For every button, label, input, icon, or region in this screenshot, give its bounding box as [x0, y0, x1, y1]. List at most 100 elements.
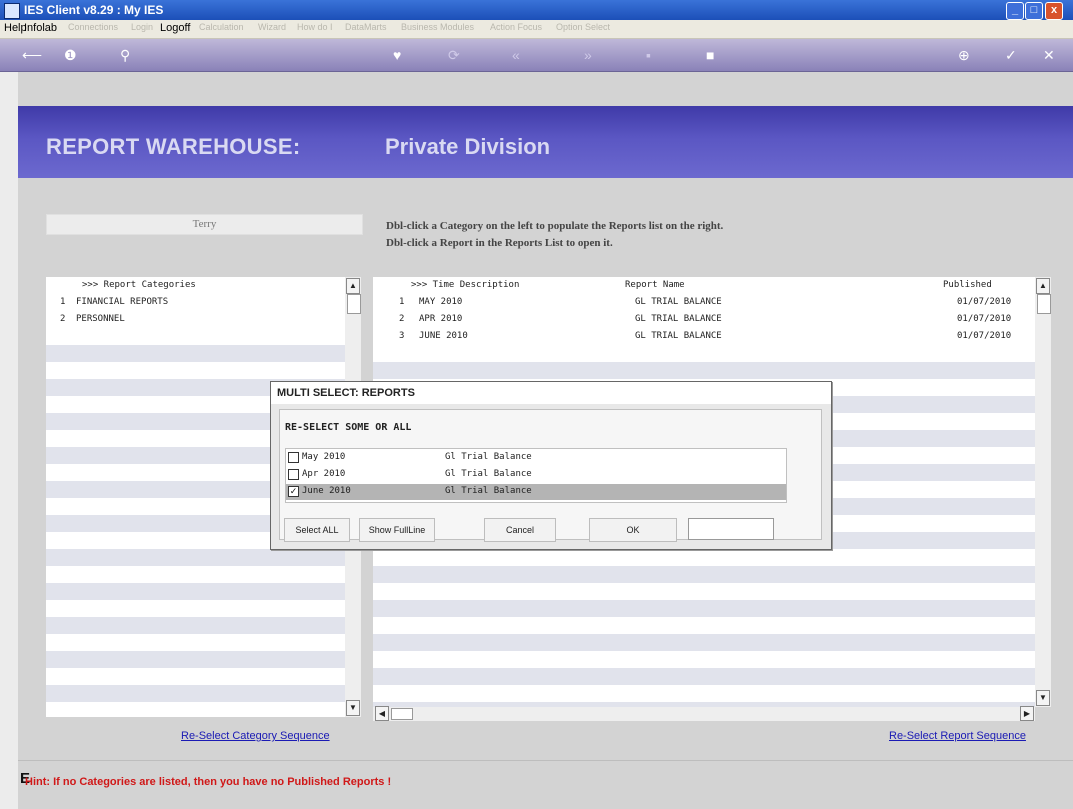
instruction-line-1: Dbl-click a Category on the left to popu…: [386, 220, 724, 232]
list-item[interactable]: 2 PERSONNEL: [46, 311, 345, 328]
report-name: GL TRIAL BALANCE: [635, 297, 722, 307]
time-description: APR 2010: [419, 314, 463, 324]
scroll-down-icon[interactable]: ▼: [346, 700, 360, 716]
search-icon[interactable]: ⚲: [120, 47, 130, 63]
close-icon[interactable]: ✕: [1043, 47, 1055, 63]
checkbox[interactable]: [288, 452, 299, 463]
report-scrollbar-vertical[interactable]: ▲ ▼: [1035, 277, 1051, 707]
back-arrow-icon[interactable]: ⟵: [22, 47, 42, 63]
empty-row: [46, 345, 345, 362]
menu-business-modules[interactable]: Business Modules: [401, 22, 474, 32]
header-report-name: Report Name: [625, 280, 685, 290]
checkbox-checked[interactable]: ✓: [288, 486, 299, 497]
stop-icon[interactable]: ▪: [646, 47, 651, 63]
table-row[interactable]: 2 APR 2010 GL TRIAL BALANCE 01/07/2010: [373, 311, 1035, 328]
menu-connections[interactable]: Connections: [68, 22, 118, 32]
checkbox[interactable]: [288, 469, 299, 480]
ok-icon[interactable]: ✓: [1005, 47, 1017, 63]
reselect-report-sequence-link[interactable]: Re-Select Report Sequence: [889, 730, 1026, 742]
menu-logoff[interactable]: Logoff: [160, 22, 190, 34]
menu-calculation[interactable]: Calculation: [199, 22, 244, 32]
reselect-category-sequence-link[interactable]: Re-Select Category Sequence: [181, 730, 330, 742]
menu-wizard[interactable]: Wizard: [258, 22, 286, 32]
category-name: FINANCIAL REPORTS: [76, 297, 169, 307]
info-icon[interactable]: ❶: [64, 47, 77, 63]
ok-button[interactable]: OK: [589, 518, 677, 542]
left-gutter: [0, 72, 18, 809]
header-published: Published: [943, 280, 992, 290]
empty-row: [46, 549, 345, 566]
scroll-right-icon[interactable]: ▶: [1020, 706, 1034, 721]
item-description: Gl Trial Balance: [445, 452, 532, 462]
list-item[interactable]: Apr 2010 Gl Trial Balance: [286, 467, 786, 483]
row-number: 1: [399, 297, 405, 307]
scroll-up-icon[interactable]: ▲: [346, 278, 360, 294]
row-number: 2: [60, 314, 66, 324]
close-window-button[interactable]: x: [1045, 2, 1063, 20]
divider: [18, 760, 1073, 761]
user-name: Terry: [46, 214, 363, 235]
cancel-button[interactable]: Cancel: [484, 518, 556, 542]
published-date: 01/07/2010: [957, 331, 1012, 341]
dialog-report-list[interactable]: May 2010 Gl Trial Balance Apr 2010 Gl Tr…: [285, 448, 787, 503]
window-title: IES Client v8.29 : My IES: [24, 3, 164, 17]
menu-infolab[interactable]: Infolab: [24, 22, 57, 34]
menu-datamarts[interactable]: DataMarts: [345, 22, 387, 32]
maximize-button[interactable]: □: [1025, 2, 1043, 20]
row-number: 3: [399, 331, 405, 341]
heart-icon[interactable]: ♥: [393, 47, 401, 63]
scroll-left-icon[interactable]: ◀: [375, 706, 389, 721]
select-all-button[interactable]: Select ALL: [284, 518, 350, 542]
published-date: 01/07/2010: [957, 314, 1012, 324]
report-header: >>> Time Description Report Name Publish…: [373, 277, 1035, 294]
export-icon[interactable]: ■: [706, 47, 714, 63]
page-title: REPORT WAREHOUSE:: [46, 134, 301, 159]
category-header-label: >>> Report Categories: [82, 280, 196, 290]
category-name: PERSONNEL: [76, 314, 125, 324]
dialog-input-field[interactable]: [688, 518, 774, 540]
list-item-selected[interactable]: ✓ June 2010 Gl Trial Balance: [286, 484, 786, 500]
menu-option-select[interactable]: Option Select: [556, 22, 610, 32]
multi-select-dialog: MULTI SELECT: REPORTS RE-SELECT SOME OR …: [270, 381, 832, 550]
item-label: Apr 2010: [302, 469, 346, 479]
empty-row: [373, 566, 1035, 583]
report-name: GL TRIAL BALANCE: [635, 331, 722, 341]
empty-row: [46, 685, 345, 702]
menu-login[interactable]: Login: [131, 22, 153, 32]
toolbar: ⟵ ❶ ⚲ ♥ ⟳ « » ▪ ■ ⊕ ✓ ✕: [0, 39, 1073, 72]
list-item[interactable]: 1 FINANCIAL REPORTS: [46, 294, 345, 311]
dialog-title: MULTI SELECT: REPORTS: [277, 387, 415, 399]
show-full-line-button[interactable]: Show FullLine: [359, 518, 435, 542]
rewind-icon[interactable]: «: [512, 47, 520, 63]
scroll-thumb[interactable]: [1037, 294, 1051, 314]
empty-row: [46, 583, 345, 600]
forward-icon[interactable]: »: [584, 47, 592, 63]
dialog-title-bar: MULTI SELECT: REPORTS: [271, 382, 831, 404]
scroll-thumb[interactable]: [391, 708, 413, 720]
scroll-down-icon[interactable]: ▼: [1036, 690, 1050, 706]
empty-row: [46, 617, 345, 634]
table-row[interactable]: 1 MAY 2010 GL TRIAL BALANCE 01/07/2010: [373, 294, 1035, 311]
scroll-up-icon[interactable]: ▲: [1036, 278, 1050, 294]
report-scrollbar-horizontal[interactable]: ◀ ▶: [373, 706, 1035, 721]
app-icon: [4, 3, 20, 19]
menu-how-do-i[interactable]: How do I: [297, 22, 333, 32]
minimize-button[interactable]: _: [1006, 2, 1024, 20]
empty-row: [373, 634, 1035, 651]
list-item[interactable]: May 2010 Gl Trial Balance: [286, 450, 786, 466]
item-label: June 2010: [302, 486, 351, 496]
empty-row: [373, 668, 1035, 685]
scroll-thumb[interactable]: [347, 294, 361, 314]
header-time: >>> Time Description: [411, 280, 520, 290]
add-icon[interactable]: ⊕: [958, 47, 970, 63]
empty-row: [373, 600, 1035, 617]
menu-action-focus[interactable]: Action Focus: [490, 22, 542, 32]
empty-row: [46, 651, 345, 668]
item-label: May 2010: [302, 452, 346, 462]
item-description: Gl Trial Balance: [445, 469, 532, 479]
empty-row: [373, 362, 1035, 379]
refresh-icon[interactable]: ⟳: [448, 47, 460, 63]
table-row[interactable]: 3 JUNE 2010 GL TRIAL BALANCE 01/07/2010: [373, 328, 1035, 345]
page-subtitle: Private Division: [385, 134, 551, 159]
category-header: >>> Report Categories: [46, 277, 345, 294]
